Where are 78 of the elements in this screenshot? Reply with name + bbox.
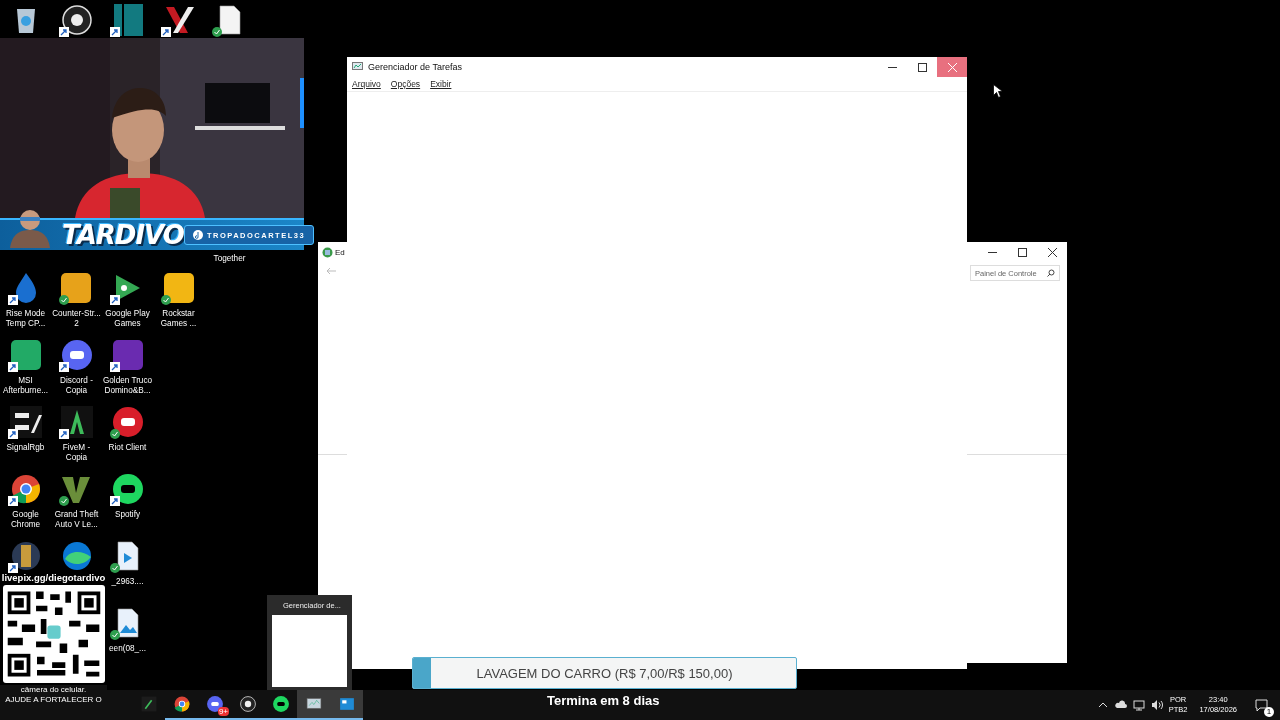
close-icon [1047,247,1057,257]
count-badge: 9+ [217,707,229,716]
check-badge-icon [110,429,120,439]
icon-label: Golden Truco Domino&B... [102,376,153,396]
icon-label: Google Play Games [105,309,150,329]
app-icon[interactable] [110,338,145,372]
message-icon [1255,699,1268,711]
window-title: Gerenciador de Tarefas [368,62,462,72]
app-icon [238,695,257,713]
shortcut-arrow-icon [8,563,18,573]
streamer-name: TARDIVO [62,220,184,250]
shortcut-arrow-icon [110,362,120,372]
taskbar-app[interactable] [297,690,330,720]
app-icon [139,695,158,713]
icon-label: Discord - Copia [60,376,93,396]
icon-label: Together [213,254,246,263]
mouse-cursor-icon [993,84,1002,98]
cloud-icon[interactable] [1114,699,1127,711]
shortcut-arrow-icon [59,429,69,439]
check-badge-icon [110,630,120,640]
icon-label: een(08_... [109,644,146,654]
search-icon [1047,269,1055,277]
goal-title: LAVAGEM DO CARRO (R$ 7,00/R$ 150,00) [476,665,733,681]
icon-label: Rise Mode Temp CP... [5,309,46,329]
app-icon[interactable] [59,338,94,372]
menu-item[interactable]: Exibir [430,79,452,89]
app-icon [322,246,333,258]
icon-label: SignalRgb [6,443,45,453]
shortcut-arrow-icon [8,429,18,439]
network-icon[interactable] [1132,699,1145,711]
icon-label: Counter-Str... 2 [52,309,101,329]
taskbar-app[interactable]: 9+ [198,690,231,720]
app-icon[interactable] [110,472,145,506]
icon-label: Rockstar Games ... [160,309,197,329]
menu-item[interactable]: Arquivo [352,79,381,89]
app-icon [271,695,290,713]
notifications-button[interactable]: 1 [1249,690,1274,720]
shortcut-arrow-icon [110,295,120,305]
app-icon[interactable] [59,271,94,305]
qr-caption: câmera do celular. AJUDE A FORTALECER O [0,685,107,705]
volume-icon[interactable] [1150,699,1163,711]
check-badge-icon [59,295,69,305]
monitor-icon [352,62,363,72]
icon-label: Google Chrome [10,510,41,530]
app-icon [172,695,191,713]
icon-label: Riot Client [108,443,147,453]
app-icon[interactable] [110,405,145,439]
maximize-icon [1017,247,1027,257]
app-icon [337,695,356,713]
shortcut-arrow-icon [161,27,171,37]
shortcut-arrow-icon [8,496,18,506]
app-icon[interactable] [59,3,94,37]
app-icon[interactable] [59,405,94,439]
icon-label: _2963.... [111,577,144,587]
icon-label: FiveM - Copia [62,443,91,463]
check-badge-icon [212,27,222,37]
icon-label: Grand Theft Auto V Le... [54,510,99,530]
check-badge-icon [110,563,120,573]
note-icon [192,230,203,240]
check-badge-icon [161,295,171,305]
shortcut-arrow-icon [110,496,120,506]
shortcut-arrow-icon [110,27,120,37]
menu-item[interactable]: Opções [390,79,421,89]
icon-label: MSI Afterburne... [2,376,49,396]
shortcut-arrow-icon [59,362,69,372]
goal-deadline: Termina em 8 dias [547,693,660,708]
app-icon[interactable] [8,338,43,372]
window-title: Ed [335,247,345,257]
maximize-icon [917,62,927,72]
close-icon [947,62,957,72]
shortcut-arrow-icon [8,362,18,372]
app-icon[interactable] [8,405,43,439]
shortcut-arrow-icon [8,295,18,305]
count-badge: 1 [1264,707,1274,717]
check-badge-icon [59,496,69,506]
icon-label: Spotify [115,510,140,520]
shortcut-arrow-icon [59,27,69,37]
app-icon[interactable] [161,271,196,305]
